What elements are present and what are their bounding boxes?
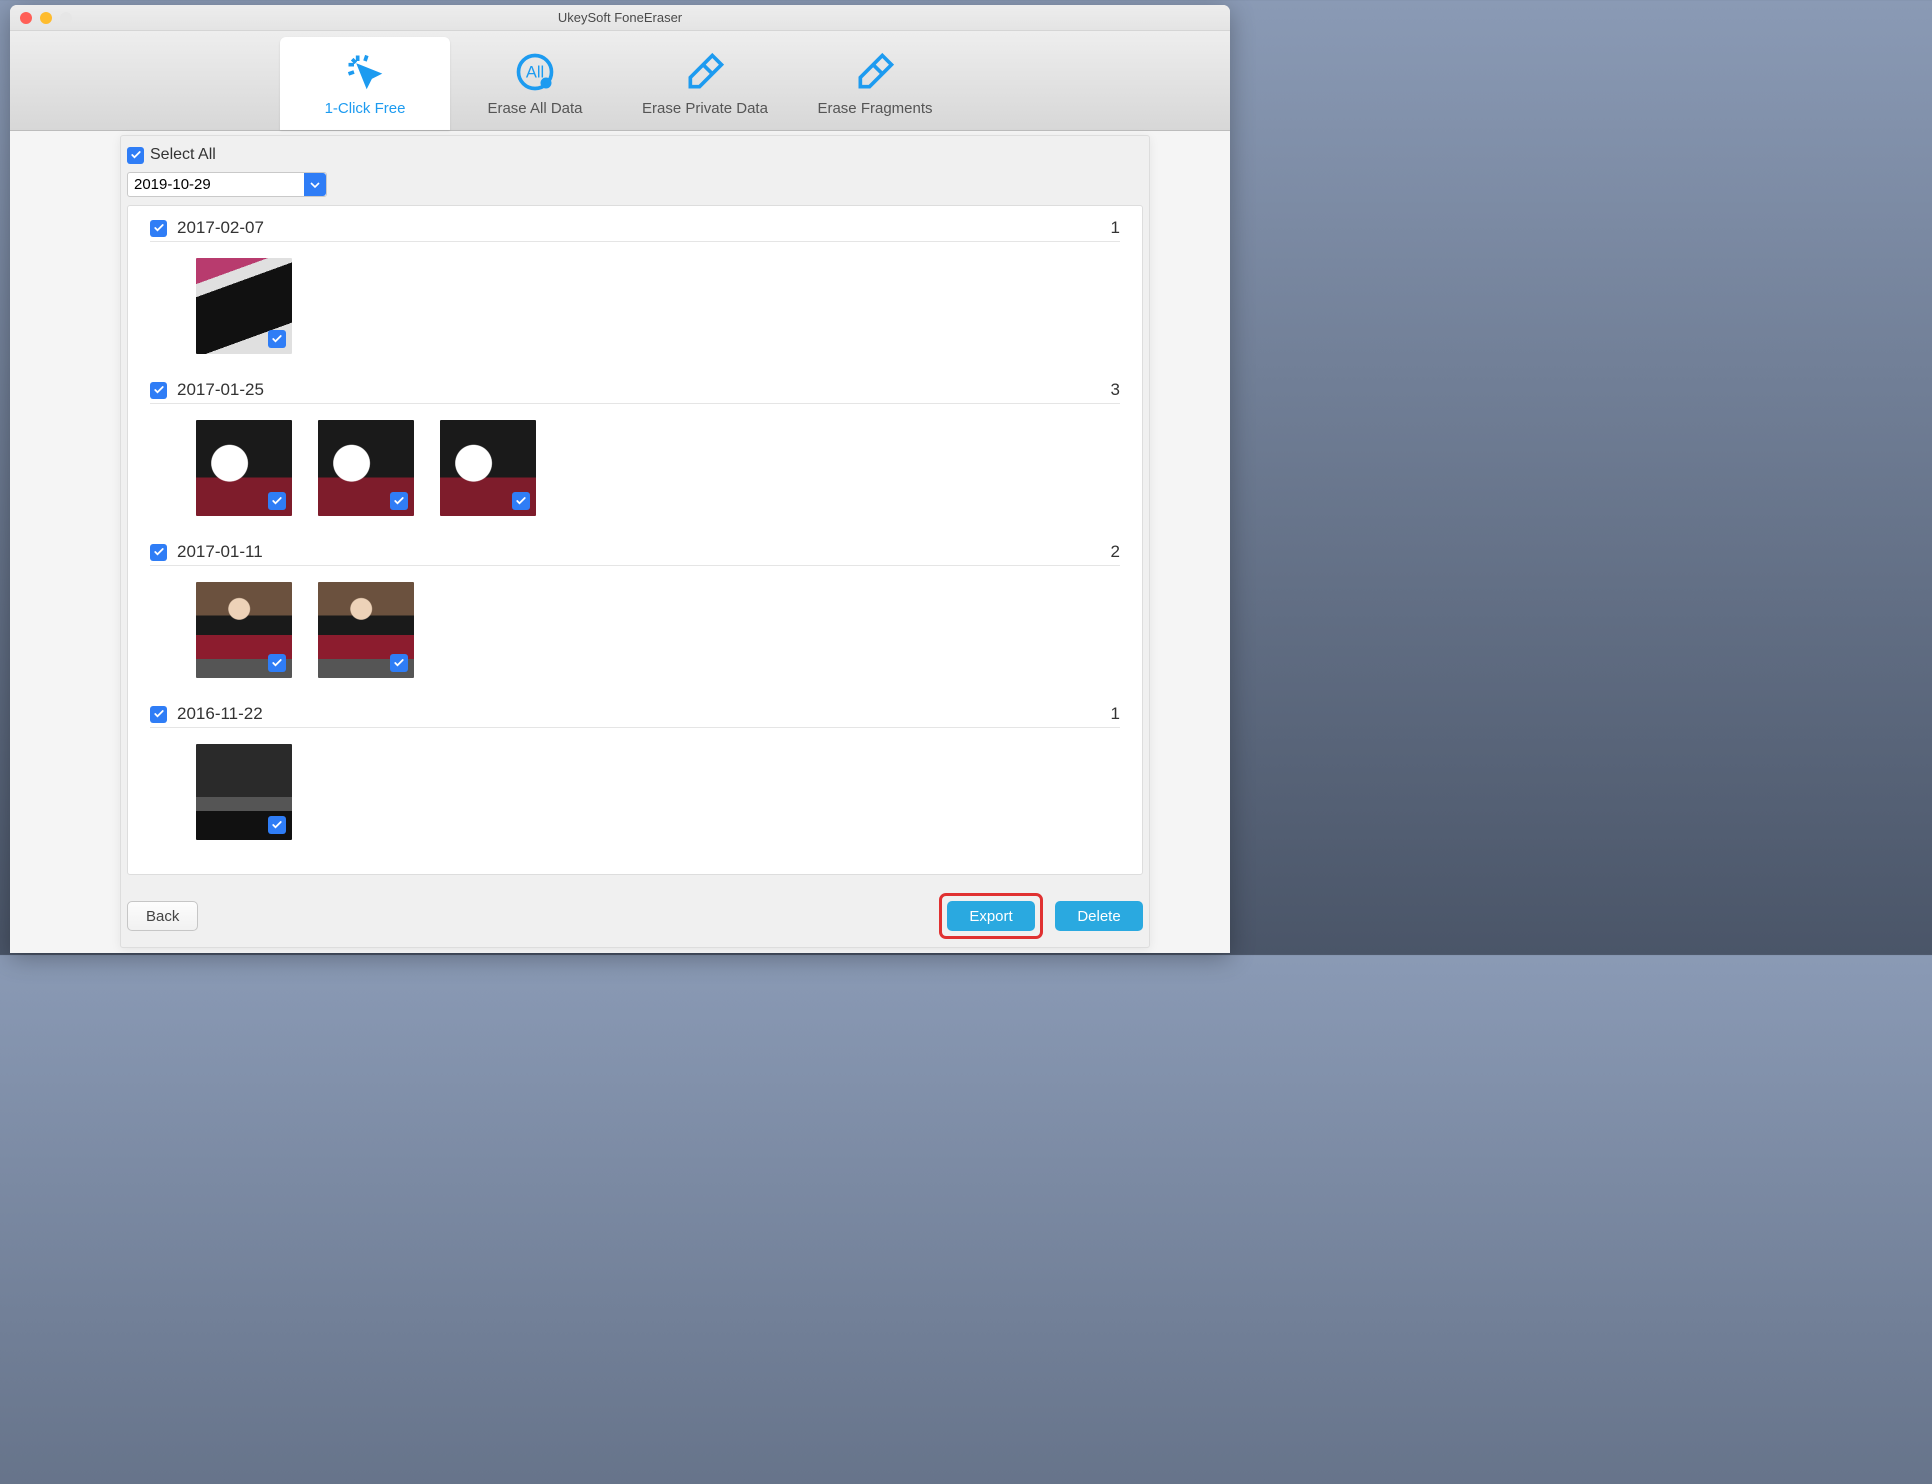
- photo-groups-list[interactable]: 2017-02-07 1 2017-01-25 3 2017-01-11 2 2016-11…: [127, 205, 1143, 875]
- date-filter-combo[interactable]: 2019-10-29: [127, 172, 327, 197]
- group-date: 2017-01-11: [177, 542, 263, 562]
- export-highlight: Export: [939, 893, 1043, 939]
- group-checkbox[interactable]: [150, 544, 167, 561]
- thumb-checkbox[interactable]: [268, 492, 286, 510]
- group-date: 2016-11-22: [177, 704, 263, 724]
- eraser-icon: [683, 50, 727, 94]
- thumb-checkbox[interactable]: [390, 492, 408, 510]
- thumb-checkbox[interactable]: [390, 654, 408, 672]
- group-thumbs: [150, 728, 1120, 840]
- group-header: 2017-02-07 1: [150, 218, 1120, 242]
- group-header: 2017-01-11 2: [150, 542, 1120, 566]
- window-title: UkeySoft FoneEraser: [10, 10, 1230, 25]
- photo-group: 2017-02-07 1: [128, 206, 1142, 368]
- chevron-down-icon: [304, 173, 326, 196]
- select-all-row: Select All: [127, 146, 1143, 164]
- app-window: UkeySoft FoneEraser 1-Click Free All Era…: [10, 5, 1230, 953]
- zoom-window-button[interactable]: [60, 12, 72, 24]
- window-controls: [20, 12, 72, 24]
- group-thumbs: [150, 404, 1120, 516]
- date-filter-value: 2019-10-29: [134, 176, 211, 193]
- group-count: 2: [1111, 542, 1120, 562]
- minimize-window-button[interactable]: [40, 12, 52, 24]
- photo-thumbnail[interactable]: [440, 420, 536, 516]
- photo-thumbnail[interactable]: [318, 582, 414, 678]
- tab-label: Erase Private Data: [642, 100, 768, 117]
- tab-erase-fragments[interactable]: Erase Fragments: [790, 37, 960, 130]
- main-toolbar: 1-Click Free All Erase All Data Erase Pr…: [10, 31, 1230, 131]
- group-checkbox[interactable]: [150, 382, 167, 399]
- group-header: 2016-11-22 1: [150, 704, 1120, 728]
- photo-group: 2017-01-11 2: [128, 530, 1142, 692]
- group-checkbox[interactable]: [150, 706, 167, 723]
- close-window-button[interactable]: [20, 12, 32, 24]
- group-thumbs: [150, 566, 1120, 678]
- group-date: 2017-02-07: [177, 218, 264, 238]
- group-header: 2017-01-25 3: [150, 380, 1120, 404]
- tab-1click-free[interactable]: 1-Click Free: [280, 37, 450, 130]
- photo-thumbnail[interactable]: [196, 420, 292, 516]
- photo-group: 2016-11-22 1: [128, 692, 1142, 854]
- select-all-checkbox[interactable]: [127, 147, 144, 164]
- eraser-icon: [853, 50, 897, 94]
- thumb-checkbox[interactable]: [512, 492, 530, 510]
- erase-all-icon: All: [513, 50, 557, 94]
- back-button[interactable]: Back: [127, 901, 198, 931]
- tab-label: Erase All Data: [487, 100, 582, 117]
- svg-text:All: All: [526, 64, 544, 82]
- export-button[interactable]: Export: [947, 901, 1035, 931]
- group-thumbs: [150, 242, 1120, 354]
- tab-erase-private[interactable]: Erase Private Data: [620, 37, 790, 130]
- titlebar: UkeySoft FoneEraser: [10, 5, 1230, 31]
- photo-thumbnail[interactable]: [318, 420, 414, 516]
- select-all-label: Select All: [150, 146, 216, 164]
- tab-erase-all[interactable]: All Erase All Data: [450, 37, 620, 130]
- photo-thumbnail[interactable]: [196, 258, 292, 354]
- group-count: 1: [1111, 218, 1120, 238]
- content-sheet: Select All 2019-10-29 2017-02-07 1 2017-01…: [120, 135, 1150, 948]
- photo-thumbnail[interactable]: [196, 744, 292, 840]
- photo-group: 2017-01-25 3: [128, 368, 1142, 530]
- sheet-footer: Back Export Delete: [121, 893, 1149, 939]
- tab-label: Erase Fragments: [817, 100, 932, 117]
- cursor-click-icon: [343, 50, 387, 94]
- thumb-checkbox[interactable]: [268, 330, 286, 348]
- group-count: 3: [1111, 380, 1120, 400]
- group-date: 2017-01-25: [177, 380, 264, 400]
- group-count: 1: [1111, 704, 1120, 724]
- thumb-checkbox[interactable]: [268, 816, 286, 834]
- group-checkbox[interactable]: [150, 220, 167, 237]
- filter-bar: Select All 2019-10-29: [121, 146, 1149, 205]
- delete-button[interactable]: Delete: [1055, 901, 1143, 931]
- thumb-checkbox[interactable]: [268, 654, 286, 672]
- tab-label: 1-Click Free: [325, 100, 406, 117]
- photo-thumbnail[interactable]: [196, 582, 292, 678]
